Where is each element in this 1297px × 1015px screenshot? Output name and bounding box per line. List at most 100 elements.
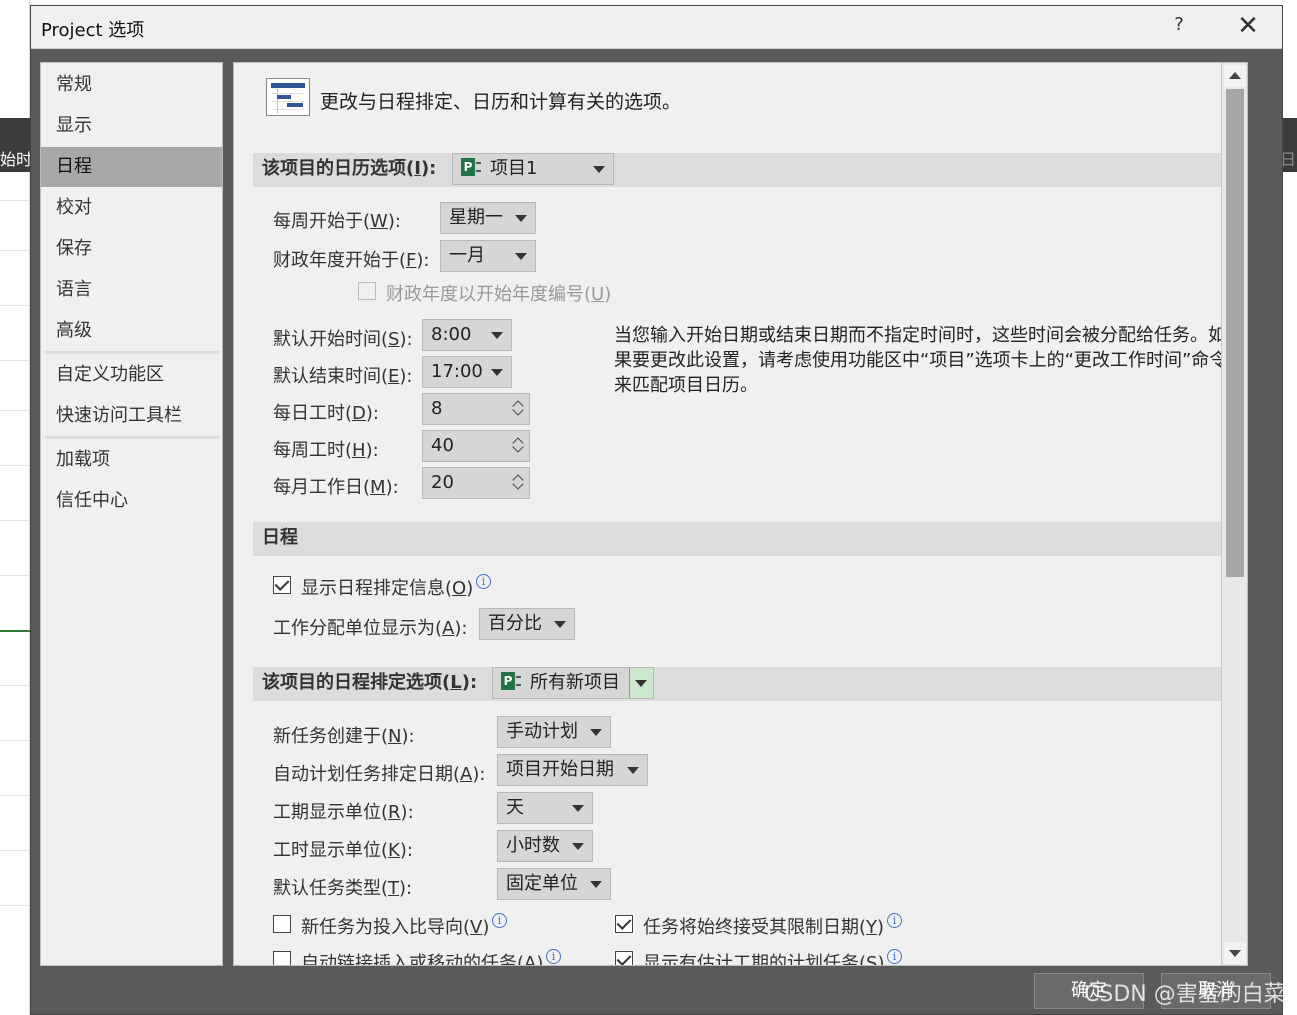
sidebar-item-general[interactable]: 常规: [41, 65, 222, 105]
scroll-thumb[interactable]: [1226, 89, 1244, 577]
grid-line: [0, 305, 30, 306]
sidebar-item-schedule[interactable]: 日程: [41, 147, 222, 187]
grid-line: [0, 740, 30, 741]
fiscal-numbering-label: 财政年度以开始年度编号(U): [386, 284, 612, 305]
scroll-down-arrow-icon[interactable]: [1224, 942, 1246, 964]
sidebar-item-trust-center[interactable]: 信任中心: [41, 481, 222, 521]
show-schedule-info-label: 显示日程排定信息(O): [301, 578, 474, 599]
chevron-down-icon: [627, 767, 639, 774]
chevron-down-icon: [515, 253, 527, 260]
options-dialog: Project 选项 ? ✕ 常规 显示 日程 校对 保存 语言 高级 自定义功…: [30, 5, 1283, 1015]
page-description: 更改与日程排定、日历和计算有关的选项。: [320, 91, 682, 113]
assignment-units-dropdown[interactable]: 百分比: [479, 608, 575, 640]
close-button[interactable]: ✕: [1231, 10, 1265, 44]
fiscal-year-start-label: 财政年度开始于(F):: [273, 250, 430, 271]
grid-line: [0, 465, 30, 466]
sidebar-item-proofing[interactable]: 校对: [41, 188, 222, 228]
effort-driven-checkbox[interactable]: [273, 915, 291, 933]
hours-per-day-spinner[interactable]: 8: [422, 393, 530, 425]
default-start-time-label: 默认开始时间(S):: [273, 329, 413, 350]
fiscal-year-start-dropdown[interactable]: 一月: [440, 240, 536, 272]
grid-line: [0, 795, 30, 796]
sidebar-item-display[interactable]: 显示: [41, 106, 222, 146]
chevron-down-icon: [515, 215, 527, 222]
work-unit-dropdown[interactable]: 小时数: [497, 830, 593, 862]
sidebar-divider: [45, 351, 219, 354]
week-start-label: 每周开始于(W):: [273, 211, 401, 232]
info-icon: i: [887, 949, 902, 964]
duration-unit-label: 工期显示单位(R):: [273, 802, 414, 823]
grid-line: [0, 410, 30, 411]
chevron-down-icon: [590, 729, 602, 736]
grid-line: [0, 200, 30, 201]
sidebar-item-quick-access-toolbar[interactable]: 快速访问工具栏: [41, 396, 222, 436]
default-end-time-dropdown[interactable]: 17:00: [422, 356, 512, 388]
show-schedule-info-checkbox[interactable]: [273, 576, 291, 594]
week-start-dropdown[interactable]: 星期一: [440, 202, 536, 234]
project-file-icon: P: [461, 157, 483, 177]
honor-constraints-label: 任务将始终接受其限制日期(Y): [643, 917, 885, 938]
info-icon: i: [546, 949, 561, 964]
new-tasks-label: 新任务创建于(N):: [273, 726, 415, 747]
chevron-down-icon: [635, 680, 647, 687]
grid-line: [0, 575, 30, 576]
background-column-header: 始时: [0, 118, 30, 172]
project-file-icon: P: [501, 671, 523, 691]
chevron-down-icon: [593, 166, 605, 173]
chevron-down-icon: [554, 621, 566, 628]
scheduling-project-dropdown[interactable]: P 所有新项目: [492, 667, 654, 699]
chevron-down-icon: [590, 881, 602, 888]
grid-line: [0, 685, 30, 686]
grid-line: [0, 250, 30, 251]
new-tasks-dropdown[interactable]: 手动计划: [497, 716, 611, 748]
scroll-up-arrow-icon[interactable]: [1224, 65, 1246, 87]
section-schedule: 日程: [253, 522, 1228, 556]
window-title: Project 选项: [41, 20, 145, 41]
default-start-time-dropdown[interactable]: 8:00: [422, 319, 512, 351]
schedule-icon: [266, 78, 310, 116]
fiscal-numbering-checkbox[interactable]: [358, 282, 376, 300]
calendar-project-dropdown[interactable]: P 项目1: [452, 153, 614, 185]
estimated-durations-checkbox[interactable]: [615, 951, 633, 965]
chevron-down-icon: [491, 369, 503, 376]
watermark-text: CSDN @害羞的白菜: [1084, 982, 1286, 1007]
info-icon: i: [887, 913, 902, 928]
sidebar-item-add-ins[interactable]: 加载项: [41, 440, 222, 480]
sidebar-item-save[interactable]: 保存: [41, 229, 222, 269]
effort-driven-label: 新任务为投入比导向(V): [301, 917, 490, 938]
chevron-down-icon: [572, 843, 584, 850]
assignment-units-label: 工作分配单位显示为(A):: [273, 618, 468, 639]
sidebar-item-advanced[interactable]: 高级: [41, 311, 222, 351]
grid-line: [0, 630, 30, 632]
options-sidebar: 常规 显示 日程 校对 保存 语言 高级 自定义功能区 快速访问工具栏 加载项 …: [40, 62, 223, 966]
grid-line: [0, 850, 30, 851]
days-per-month-label: 每月工作日(M):: [273, 477, 399, 498]
grid-line: [0, 905, 30, 906]
auto-scheduled-label: 自动计划任务排定日期(A):: [273, 764, 486, 785]
days-per-month-spinner[interactable]: 20: [422, 467, 530, 499]
info-icon: i: [492, 913, 507, 928]
hours-per-day-label: 每日工时(D):: [273, 403, 379, 424]
estimated-durations-label: 显示有估计工期的计划任务(S): [643, 953, 885, 966]
help-button[interactable]: ?: [1167, 14, 1191, 40]
work-unit-label: 工时显示单位(K):: [273, 840, 413, 861]
sidebar-item-language[interactable]: 语言: [41, 270, 222, 310]
duration-unit-dropdown[interactable]: 天: [497, 792, 593, 824]
grid-line: [0, 520, 30, 521]
sidebar-item-customize-ribbon[interactable]: 自定义功能区: [41, 355, 222, 395]
content-scrollbar[interactable]: [1221, 63, 1247, 965]
autolink-label: 自动链接插入或移动的任务(A): [301, 953, 544, 966]
hours-per-week-spinner[interactable]: 40: [422, 430, 530, 462]
hours-per-week-label: 每周工时(H):: [273, 440, 379, 461]
default-times-note: 当您输入开始日期或结束日期而不指定时间时，这些时间会被分配给任务。如果要更改此设…: [614, 325, 1228, 396]
auto-scheduled-dropdown[interactable]: 项目开始日期: [497, 754, 648, 786]
section-calendar-options: 该项目的日历选项(I):: [253, 153, 1228, 187]
autolink-checkbox[interactable]: [273, 951, 291, 965]
section-scheduling-options: 该项目的日程排定选项(L):: [253, 667, 1228, 701]
honor-constraints-checkbox[interactable]: [615, 915, 633, 933]
task-type-label: 默认任务类型(T):: [273, 878, 413, 899]
info-icon: i: [476, 574, 491, 589]
chevron-down-icon: [491, 332, 503, 339]
task-type-dropdown[interactable]: 固定单位: [497, 868, 611, 900]
chevron-down-icon: [572, 805, 584, 812]
